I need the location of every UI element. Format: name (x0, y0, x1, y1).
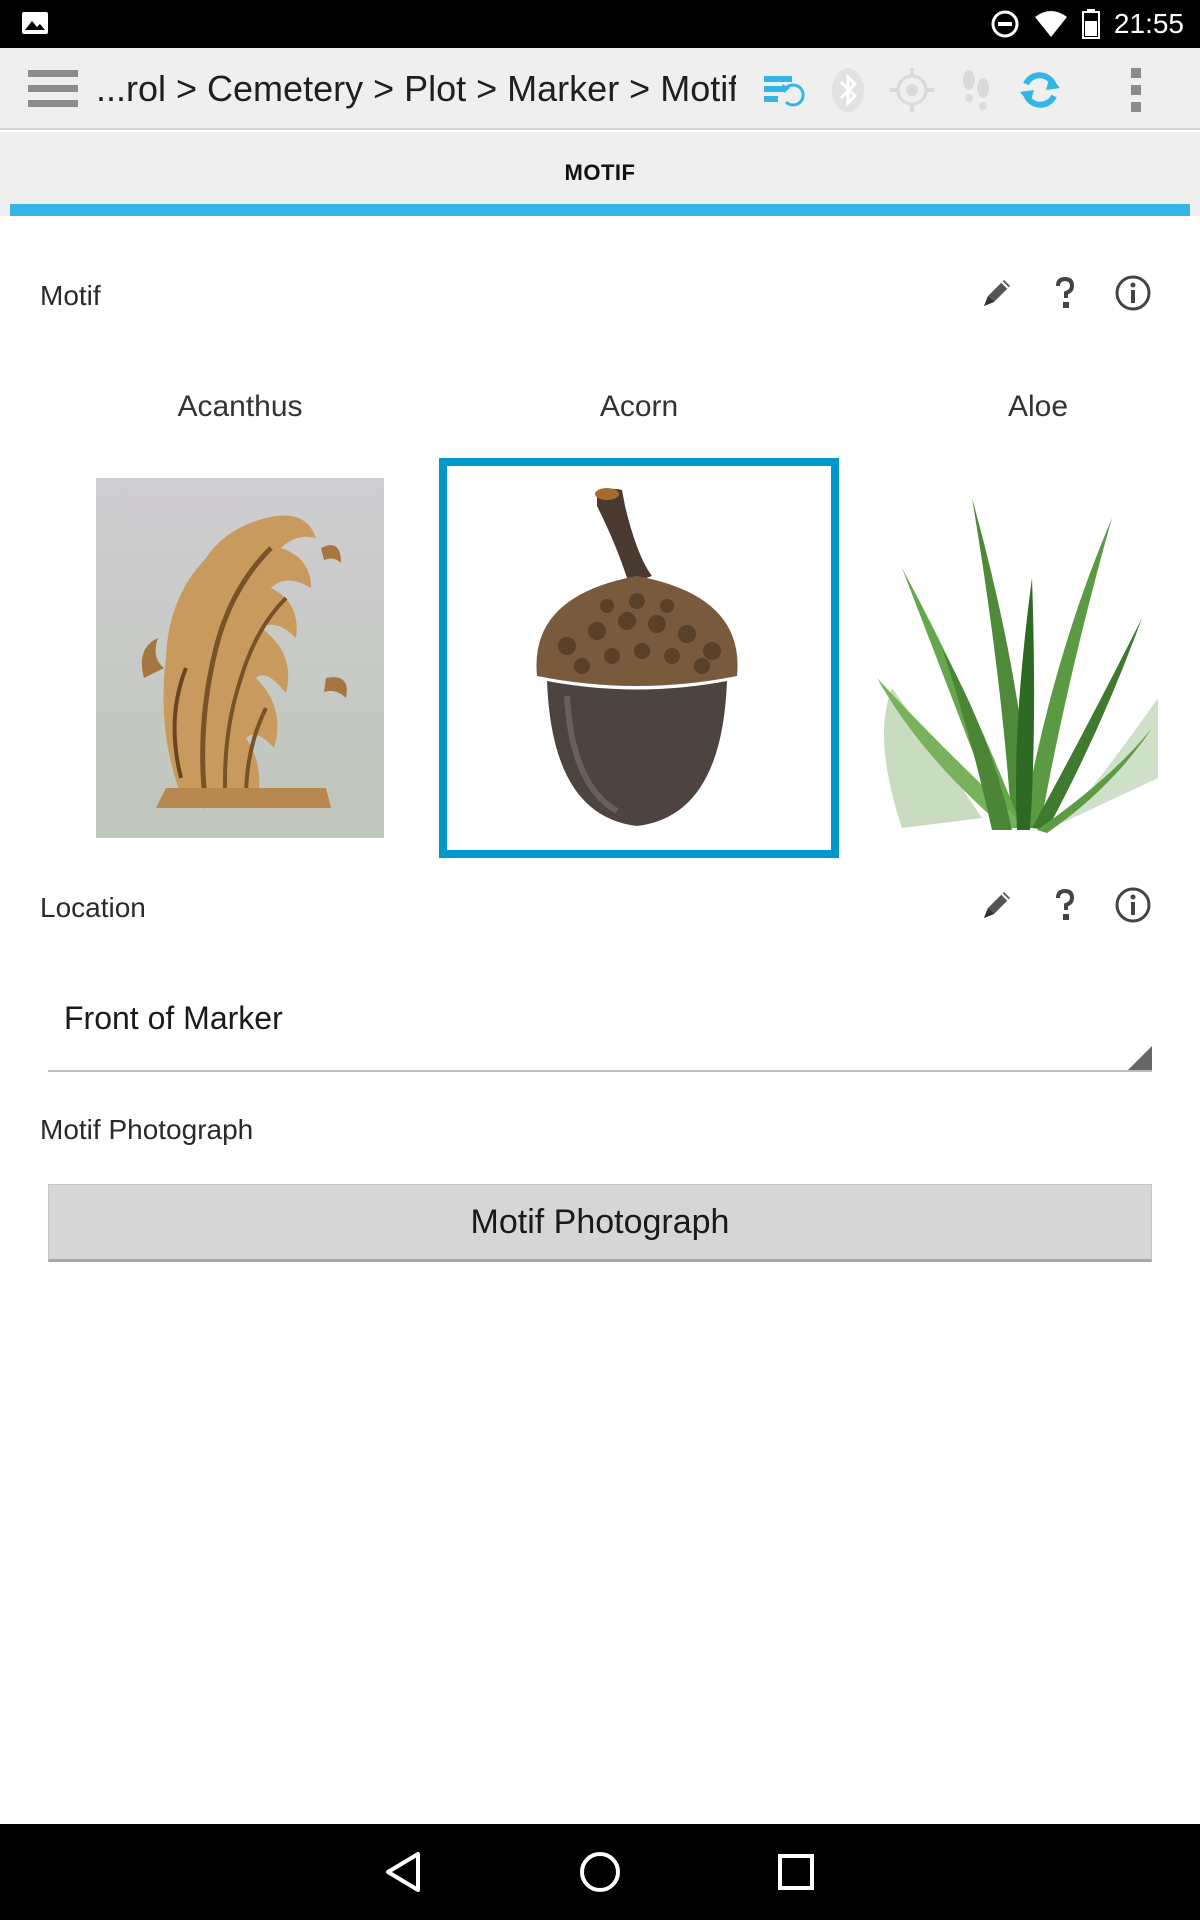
location-help-button[interactable] (1046, 886, 1084, 924)
home-icon[interactable] (574, 1846, 626, 1898)
status-bar: 21:55 (0, 0, 1200, 48)
overflow-menu-icon[interactable] (1112, 66, 1160, 114)
recents-icon[interactable] (770, 1846, 822, 1898)
gps-icon[interactable] (888, 66, 936, 114)
location-dropdown-value: Front of Marker (64, 1000, 283, 1036)
dropdown-corner-icon (1128, 1046, 1152, 1070)
motif-option-label: Acanthus (177, 390, 303, 423)
aloe-image (862, 478, 1158, 838)
question-icon (1056, 276, 1075, 308)
acanthus-image (96, 478, 384, 838)
data-sync-icon[interactable] (758, 66, 806, 114)
gallery-notification-icon (22, 12, 48, 34)
info-icon (1115, 275, 1151, 311)
battery-icon (1081, 9, 1100, 39)
info-icon (1115, 887, 1151, 923)
footsteps-icon[interactable] (952, 66, 1000, 114)
pencil-icon (984, 280, 1010, 306)
location-dropdown[interactable]: Front of Marker (48, 980, 1152, 1072)
motif-option-acorn[interactable]: Acorn (439, 390, 839, 860)
motif-option-label: Acorn (599, 390, 679, 423)
motif-option-acanthus[interactable]: Acanthus (40, 390, 440, 860)
photo-field-label: Motif Photograph (40, 1114, 254, 1145)
tab-indicator (10, 204, 1190, 216)
motif-help-button[interactable] (1046, 274, 1084, 312)
refresh-icon[interactable] (1016, 66, 1064, 114)
do-not-disturb-icon (991, 10, 1019, 38)
motif-field-tools (978, 274, 1152, 312)
location-field-label: Location (40, 892, 146, 923)
pencil-icon (984, 892, 1010, 918)
question-icon (1056, 888, 1075, 920)
bluetooth-icon[interactable] (824, 66, 872, 114)
back-icon[interactable] (378, 1846, 430, 1898)
location-info-button[interactable] (1114, 886, 1152, 924)
navigation-bar (0, 1824, 1200, 1920)
motif-edit-button[interactable] (978, 274, 1016, 312)
motif-photograph-button[interactable]: Motif Photograph (48, 1184, 1152, 1262)
breadcrumb[interactable]: ...rol > Cemetery > Plot > Marker > Moti… (96, 48, 736, 130)
motif-option-aloe[interactable]: Aloe (838, 390, 1200, 860)
location-field-tools (978, 886, 1152, 924)
motif-field-label: Motif (40, 280, 101, 311)
motif-info-button[interactable] (1114, 274, 1152, 312)
acorn-image-selected-frame (439, 458, 839, 858)
motif-option-label: Aloe (1007, 390, 1069, 423)
tab-motif[interactable]: MOTIF (0, 160, 1200, 186)
app-bar: ...rol > Cemetery > Plot > Marker > Moti… (0, 48, 1200, 130)
menu-icon[interactable] (28, 68, 82, 110)
wifi-icon (1034, 11, 1067, 37)
location-edit-button[interactable] (978, 886, 1016, 924)
clock: 21:55 (1113, 8, 1184, 39)
